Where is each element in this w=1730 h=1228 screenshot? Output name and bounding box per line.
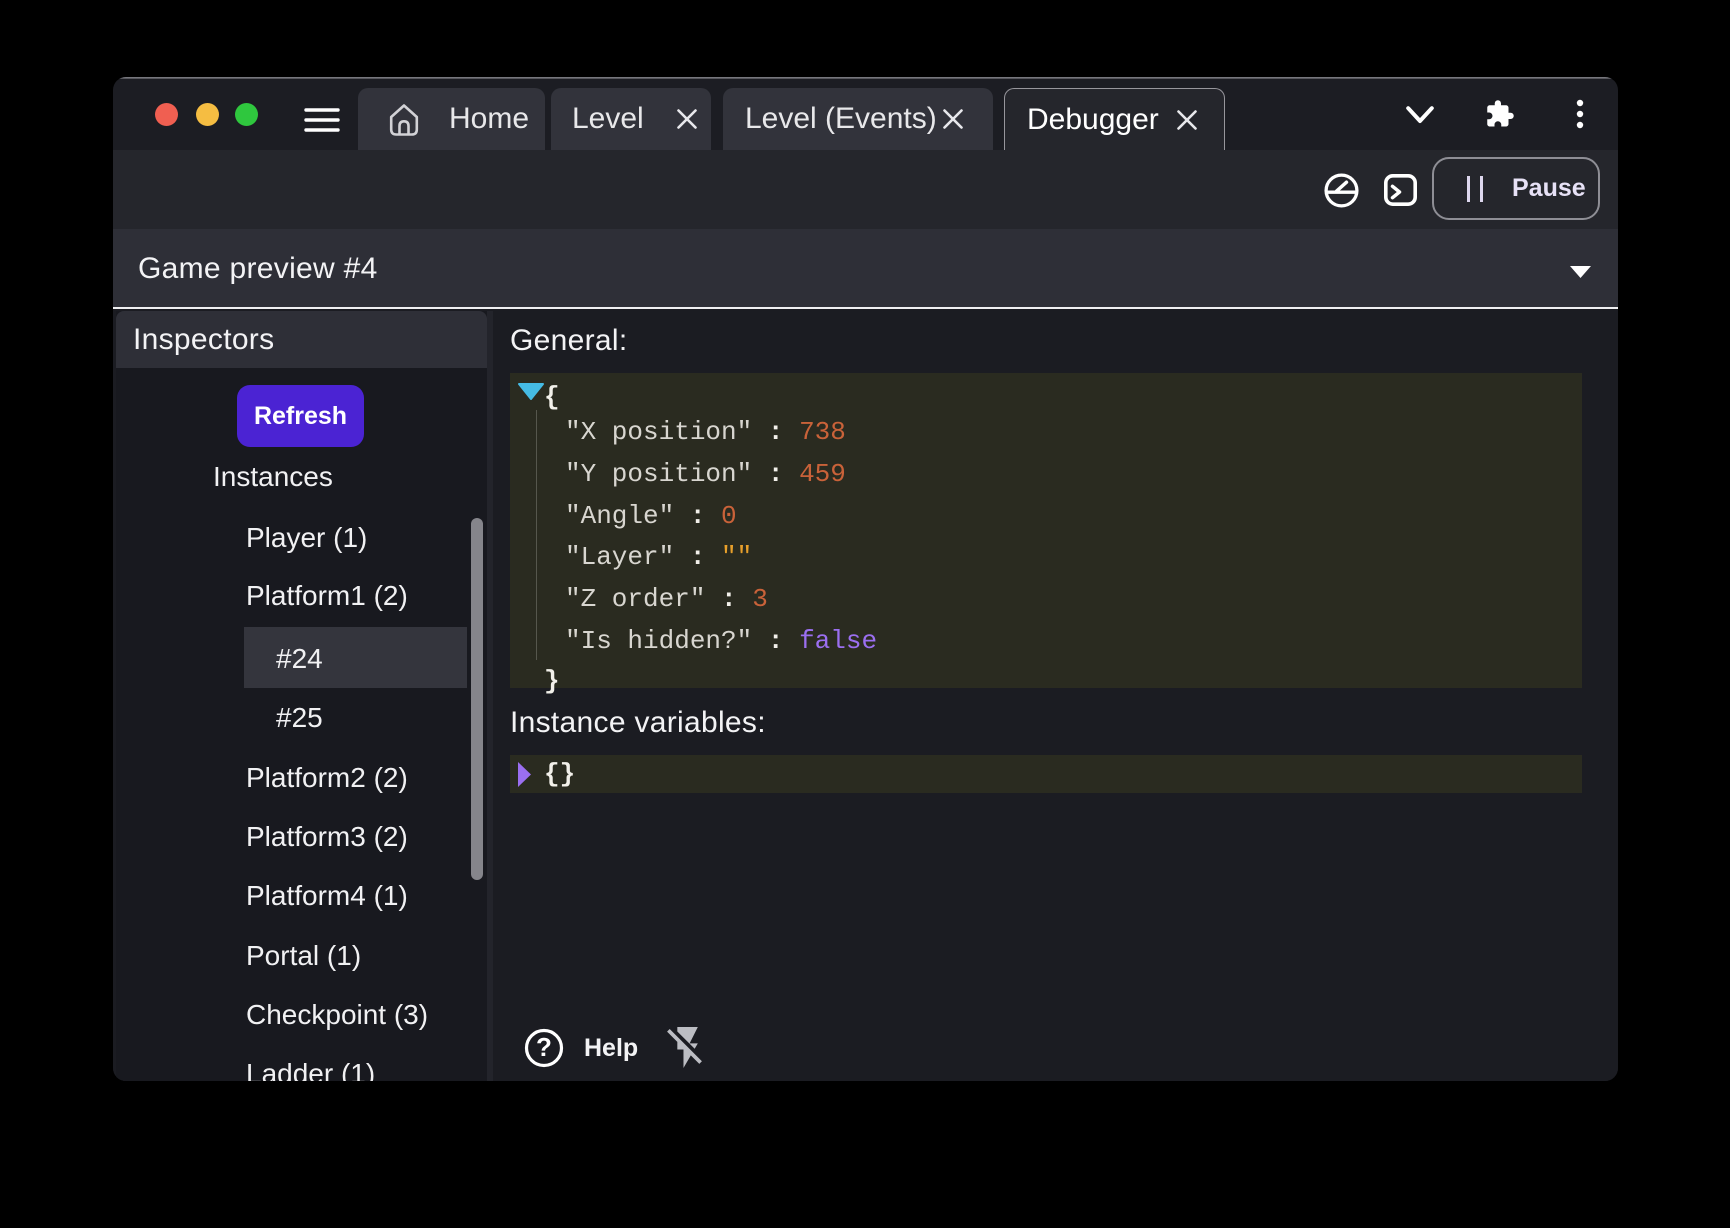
svg-text:?: ? (536, 1032, 552, 1062)
